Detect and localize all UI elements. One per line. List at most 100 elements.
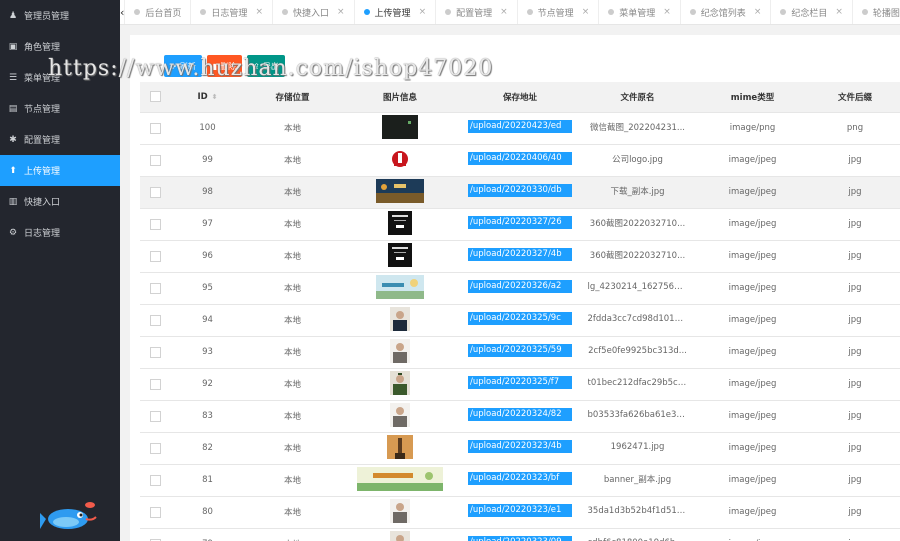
path-link[interactable]: /upload/20220423/ed	[468, 120, 572, 133]
table-row[interactable]: 93 本地/upload/20220325/59 2cf5e0fe9925bc313…	[140, 336, 900, 369]
close-icon[interactable]: ×	[500, 7, 508, 17]
table-row[interactable]: 97 本地/upload/20220327/26 360截图2022032710..…	[140, 208, 900, 241]
image-thumbnail[interactable]	[387, 434, 413, 462]
path-link[interactable]: /upload/20220325/59	[468, 344, 572, 357]
path-link[interactable]: /upload/20220330/db	[468, 184, 572, 197]
image-thumbnail[interactable]	[390, 402, 410, 430]
col-storage: 存储位置	[245, 82, 340, 113]
table-row[interactable]: 81 本地/upload/20220323/bf banner_副本.jpg imag…	[140, 464, 900, 497]
sidebar-item-1[interactable]: ▣ 角色管理	[0, 31, 120, 62]
sidebar-item-7[interactable]: ⚙ 日志管理	[0, 217, 120, 248]
tab-8[interactable]: 纪念栏目 ×	[771, 0, 853, 24]
row-checkbox[interactable]	[149, 122, 161, 134]
path-link[interactable]: /upload/20220323/09	[468, 536, 572, 541]
table-row[interactable]: 96 本地/upload/20220327/4b 360截图2022032710..…	[140, 240, 900, 273]
path-link[interactable]: /upload/20220325/9c	[468, 312, 572, 325]
close-icon[interactable]: ×	[337, 7, 345, 17]
sort-icon[interactable]: ⬍	[212, 93, 218, 101]
trash-icon: ▮	[212, 61, 218, 71]
path-link[interactable]: /upload/20220323/e1	[468, 504, 572, 517]
delete-button[interactable]: ▮ 删除	[206, 55, 243, 77]
export-button[interactable]: ⇪ 导出	[247, 55, 285, 77]
tab-7[interactable]: 纪念馆列表 ×	[681, 0, 772, 24]
row-checkbox[interactable]	[149, 282, 161, 294]
image-thumbnail[interactable]	[390, 530, 410, 541]
table-row[interactable]: 98 本地/upload/20220330/db 下载_副本.jpg image/jp…	[140, 176, 900, 209]
sidebar-item-3[interactable]: ▤ 节点管理	[0, 93, 120, 124]
image-thumbnail[interactable]	[390, 306, 410, 334]
image-thumbnail[interactable]	[390, 498, 410, 526]
cell-image	[340, 432, 460, 465]
path-link[interactable]: /upload/20220326/a2	[468, 280, 572, 293]
row-checkbox[interactable]	[149, 186, 161, 198]
path-link[interactable]: /upload/20220324/82	[468, 408, 572, 421]
table-row[interactable]: 82 本地/upload/20220323/4b 1962471.jpg image/…	[140, 432, 900, 465]
close-icon[interactable]: ×	[255, 7, 263, 17]
col-id[interactable]: ID ⬍	[170, 82, 245, 113]
cell-image	[340, 464, 460, 497]
table-row[interactable]: 95 本地/upload/20220326/a2 lg_4230214_162756…	[140, 272, 900, 305]
image-thumbnail[interactable]	[388, 210, 412, 238]
table-row[interactable]: 94 本地/upload/20220325/9c 2fdda3cc7cd98d101…	[140, 304, 900, 337]
sidebar-item-2[interactable]: ☰ 菜单管理	[0, 62, 120, 93]
tab-0[interactable]: 后台首页	[125, 0, 192, 24]
sidebar-item-5[interactable]: ⬆ 上传管理	[0, 155, 120, 186]
close-icon[interactable]: ×	[835, 7, 843, 17]
table-row[interactable]: 100 本地/upload/20220423/ed 微信截图_202204231..…	[140, 112, 900, 145]
path-link[interactable]: /upload/20220323/bf	[468, 472, 572, 485]
sidebar-item-0[interactable]: ♟ 管理员管理	[0, 0, 120, 31]
cell-mime: image/jpeg	[695, 528, 810, 541]
cell-filename: b03533fa626ba61e35...	[580, 400, 695, 433]
row-checkbox[interactable]	[149, 378, 161, 390]
tab-9[interactable]: 轮播图列	[853, 0, 900, 24]
close-icon[interactable]: ×	[582, 7, 590, 17]
row-checkbox[interactable]	[149, 154, 161, 166]
row-checkbox[interactable]	[149, 218, 161, 230]
image-thumbnail[interactable]	[376, 274, 424, 302]
row-checkbox[interactable]	[149, 506, 161, 518]
table-row[interactable]: 83 本地/upload/20220324/82 b03533fa626ba61e3…	[140, 400, 900, 433]
cell-storage: 本地	[245, 336, 340, 369]
tab-1[interactable]: 日志管理 ×	[191, 0, 273, 24]
path-link[interactable]: /upload/20220406/40	[468, 152, 572, 165]
row-checkbox-cell	[140, 144, 170, 177]
select-all-checkbox[interactable]	[149, 91, 161, 103]
image-thumbnail[interactable]	[388, 242, 412, 270]
row-checkbox[interactable]	[149, 410, 161, 422]
table-row[interactable]: 99 本地/upload/20220406/40 公司logo.jpg image/j…	[140, 144, 900, 177]
path-link[interactable]: /upload/20220323/4b	[468, 440, 572, 453]
table-row[interactable]: 92 本地/upload/20220325/f7 t01bec212dfac29b5…	[140, 368, 900, 401]
sidebar-item-label: 节点管理	[24, 105, 61, 115]
tab-2[interactable]: 快捷入口 ×	[273, 0, 355, 24]
table-body: 100 本地/upload/20220423/ed 微信截图_202204231..…	[140, 112, 900, 541]
image-thumbnail[interactable]	[357, 466, 443, 494]
tab-6[interactable]: 菜单管理 ×	[599, 0, 681, 24]
image-thumbnail[interactable]	[390, 338, 410, 366]
path-link[interactable]: /upload/20220325/f7	[468, 376, 572, 389]
cell-path: /upload/20220327/4b	[460, 240, 580, 273]
tab-5[interactable]: 节点管理 ×	[518, 0, 600, 24]
row-checkbox[interactable]	[149, 474, 161, 486]
refresh-button[interactable]: ⟳ 刷新	[164, 55, 202, 77]
image-thumbnail[interactable]	[390, 149, 410, 172]
close-icon[interactable]: ×	[419, 7, 427, 17]
close-icon[interactable]: ×	[663, 7, 671, 17]
path-link[interactable]: /upload/20220327/4b	[468, 248, 572, 261]
table-row[interactable]: 79本地/upload/20220323/09 cdbf6c81800a19d6b…	[140, 528, 900, 541]
row-checkbox[interactable]	[149, 442, 161, 454]
row-checkbox[interactable]	[149, 250, 161, 262]
gear-icon: ✱	[9, 134, 17, 145]
path-link[interactable]: /upload/20220327/26	[468, 216, 572, 229]
image-thumbnail[interactable]	[390, 370, 410, 398]
close-icon[interactable]: ×	[754, 7, 762, 17]
image-thumbnail[interactable]	[382, 114, 418, 142]
tab-4[interactable]: 配置管理 ×	[436, 0, 518, 24]
tab-3[interactable]: 上传管理 ×	[355, 0, 437, 24]
sidebar-item-4[interactable]: ✱ 配置管理	[0, 124, 120, 155]
table-row[interactable]: 80 本地/upload/20220323/e1 35da1d3b52b4f1d51…	[140, 496, 900, 529]
tab-label: 快捷入口	[292, 8, 329, 19]
image-thumbnail[interactable]	[376, 178, 424, 206]
row-checkbox[interactable]	[149, 314, 161, 326]
sidebar-item-6[interactable]: ▥ 快捷入口	[0, 186, 120, 217]
row-checkbox[interactable]	[149, 346, 161, 358]
